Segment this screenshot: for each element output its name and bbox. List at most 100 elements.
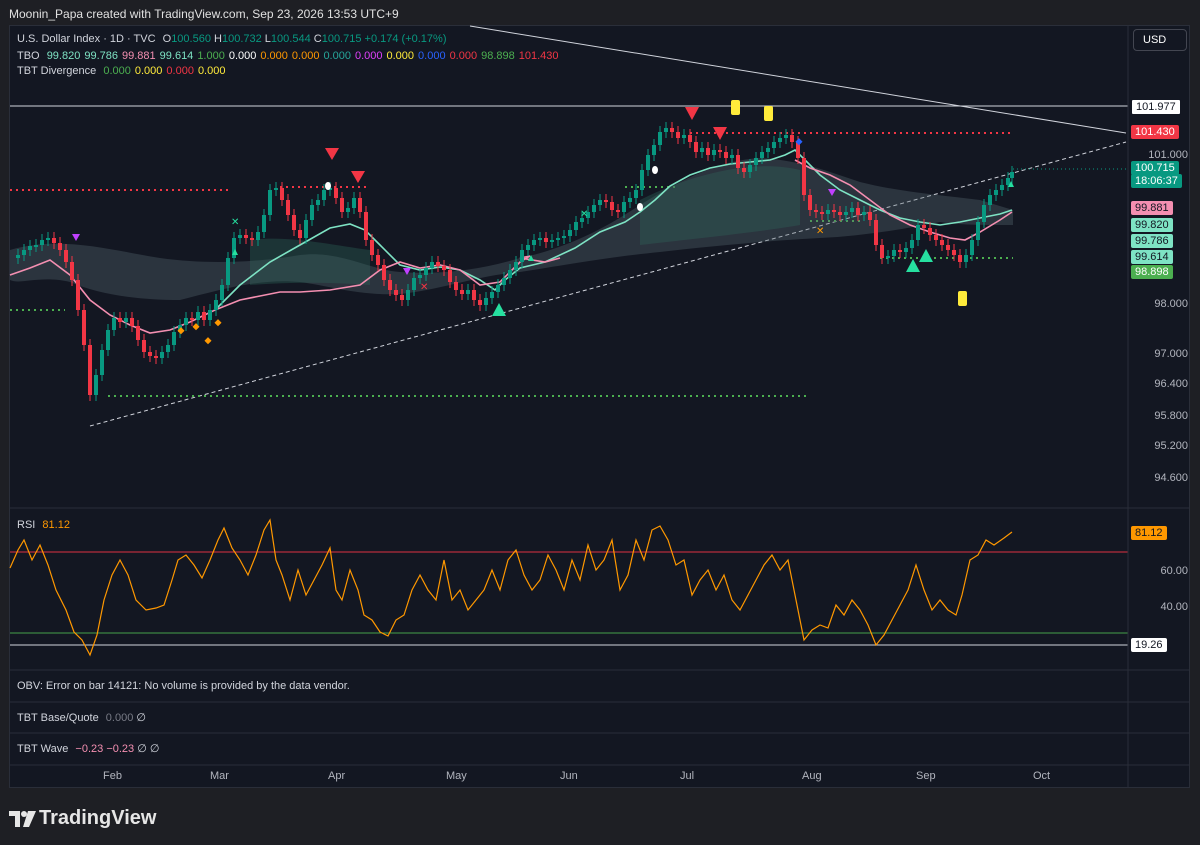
- candle-body: [706, 148, 710, 155]
- candle-body: [388, 280, 392, 290]
- wave-value-4: ∅: [149, 743, 160, 755]
- tbo-value: 99.820: [46, 50, 81, 62]
- tbo-name[interactable]: TBO: [17, 50, 40, 62]
- wave-value-1: −0.23: [75, 743, 104, 755]
- base-quote-name[interactable]: TBT Base/Quote: [17, 712, 99, 724]
- divergence-name[interactable]: TBT Divergence: [17, 65, 96, 77]
- price-tag: 99.786: [1131, 234, 1173, 248]
- buy-signal-marker: [492, 303, 506, 316]
- wave-legend[interactable]: TBT Wave −0.23 −0.23 ∅ ∅: [17, 742, 159, 755]
- candle-body: [424, 268, 428, 275]
- candle-body: [172, 332, 176, 345]
- candle-body: [196, 312, 200, 320]
- tbo-value: 1.000: [197, 50, 225, 62]
- candle-body: [358, 198, 362, 212]
- tbo-value: 0.000: [291, 50, 320, 62]
- candle-body: [58, 243, 62, 250]
- divergence-values: 0.000 0.000 0.000 0.000: [99, 65, 225, 77]
- candle-body: [226, 258, 230, 285]
- base-quote-empty: ∅: [136, 712, 146, 724]
- candle-body: [1000, 185, 1004, 190]
- price-tag: 99.881: [1131, 201, 1173, 215]
- divergence-marker: [72, 234, 80, 241]
- cloud-ribbon: [10, 158, 1013, 300]
- symbol-name[interactable]: U.S. Dollar Index · 1D · TVC: [17, 33, 156, 45]
- rsi-name[interactable]: RSI: [17, 519, 35, 531]
- price-scale-label: 95.200: [1154, 440, 1188, 452]
- candle-body: [214, 300, 218, 310]
- candle-body: [430, 262, 434, 268]
- warning-flag-marker: [731, 100, 740, 115]
- candle-body: [718, 150, 722, 152]
- white-dot-marker: [325, 182, 331, 190]
- orange-diamond-marker: [204, 337, 212, 345]
- tbo-legend[interactable]: TBO 99.820 99.786 99.881 99.614 1.000 0.000 0.…: [17, 50, 559, 62]
- candle-body: [994, 190, 998, 195]
- main-legend[interactable]: U.S. Dollar Index · 1D · TVC O100.560 H1…: [17, 33, 446, 45]
- divergence-legend[interactable]: TBT Divergence 0.000 0.000 0.000 0.000: [17, 65, 225, 77]
- rsi-scale-60: 60.00: [1160, 565, 1188, 577]
- candle-body: [346, 208, 350, 212]
- base-quote-legend[interactable]: TBT Base/Quote 0.000 ∅: [17, 711, 146, 724]
- tbo-value: 0.000: [323, 50, 351, 62]
- candle-body: [532, 240, 536, 245]
- rsi-value-tag: 81.12: [1131, 526, 1167, 540]
- time-axis-label: Feb: [103, 770, 122, 782]
- candle-body: [406, 290, 410, 300]
- candle-body: [1010, 172, 1014, 178]
- candle-body: [766, 148, 770, 152]
- candle-body: [928, 228, 932, 235]
- price-scale-label: 101.000: [1148, 149, 1188, 161]
- candle-body: [208, 310, 212, 320]
- candle-body: [184, 318, 188, 325]
- candle-body: [634, 190, 638, 198]
- candle-body: [46, 238, 50, 240]
- candle-body: [934, 235, 938, 240]
- candle-body: [70, 262, 74, 280]
- candle-body: [760, 152, 764, 158]
- candle-body: [670, 128, 674, 132]
- low-value: 100.544: [270, 33, 311, 45]
- candle-body: [886, 256, 890, 258]
- high-label: H: [214, 33, 222, 45]
- price-tag: 99.614: [1131, 250, 1173, 264]
- cloud-ribbon-inner: [250, 238, 370, 285]
- candle-body: [730, 155, 734, 158]
- base-quote-value: 0.000: [105, 712, 134, 724]
- candle-body: [550, 240, 554, 242]
- rsi-scale-40: 40.00: [1160, 601, 1188, 613]
- price-tag: 101.430: [1131, 125, 1179, 139]
- candle-body: [154, 356, 158, 358]
- candle-body: [976, 222, 980, 240]
- candle-body: [802, 158, 806, 195]
- candle-body: [604, 200, 608, 202]
- candle-body: [790, 135, 794, 142]
- candle-body: [544, 238, 548, 242]
- candle-body: [382, 265, 386, 280]
- candle-body: [496, 285, 500, 292]
- candle-body: [316, 200, 320, 205]
- candle-body: [916, 225, 920, 240]
- time-axis-label: Apr: [328, 770, 346, 782]
- candle-body: [322, 190, 326, 200]
- candle-body: [280, 188, 284, 200]
- obv-legend[interactable]: OBV: Error on bar 14121: No volume is pr…: [17, 680, 350, 692]
- candle-body: [22, 250, 26, 255]
- wave-name[interactable]: TBT Wave: [17, 743, 68, 755]
- candle-body: [502, 278, 506, 285]
- candle-body: [946, 245, 950, 250]
- candle-body: [508, 270, 512, 278]
- candle-body: [664, 128, 668, 132]
- candle-body: [754, 158, 758, 165]
- candle-body: [256, 232, 260, 240]
- candle-body: [298, 230, 302, 238]
- candle-body: [862, 212, 866, 215]
- rsi-legend[interactable]: RSI 81.12: [17, 519, 70, 531]
- sell-signal-marker: [685, 107, 699, 120]
- candle-body: [538, 238, 542, 240]
- currency-button[interactable]: USD: [1133, 29, 1187, 51]
- candle-body: [736, 155, 740, 168]
- wave-value-3: ∅: [137, 743, 147, 755]
- candle-body: [832, 210, 836, 212]
- main-chart-svg[interactable]: ✕ ✕ ✕ ✕: [0, 0, 1200, 845]
